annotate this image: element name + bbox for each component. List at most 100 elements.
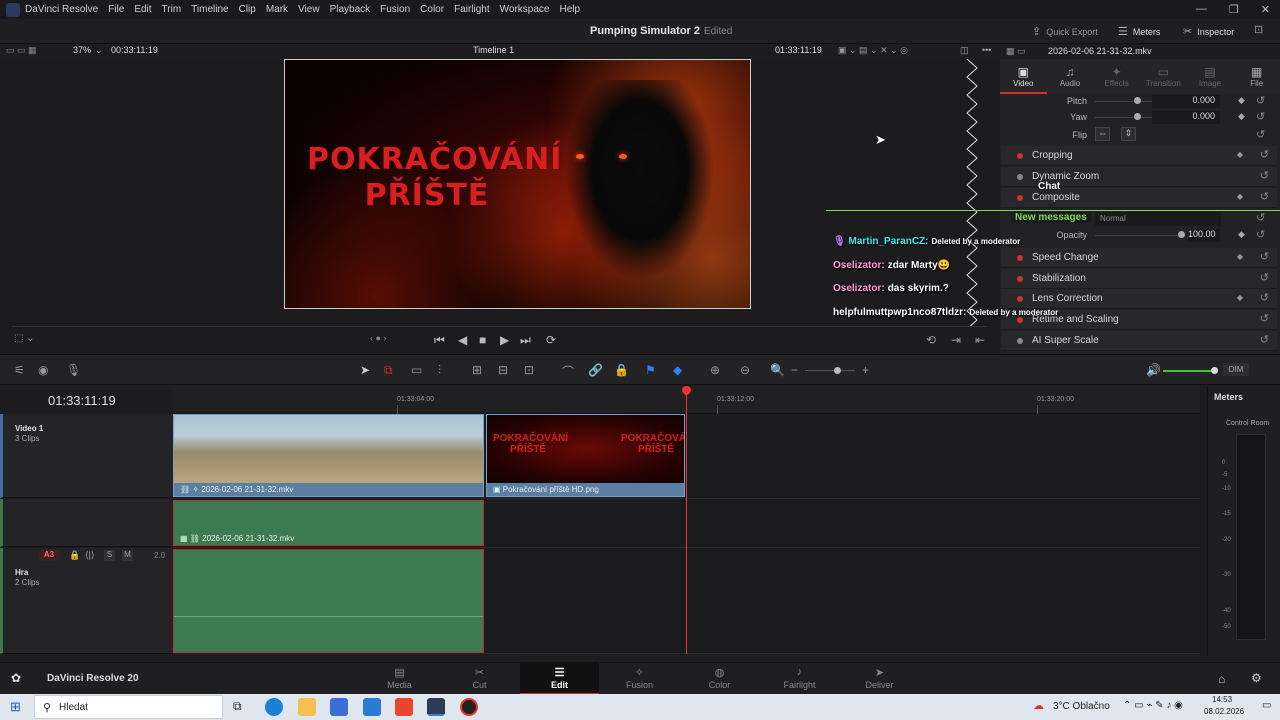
eye-icon[interactable]: ◉ <box>38 363 48 377</box>
pitch-value[interactable]: 0.000 <box>1152 95 1220 108</box>
playhead[interactable] <box>682 386 691 654</box>
chevron-down-icon[interactable]: ⌄ <box>95 45 103 56</box>
clock-time[interactable]: 14:53 <box>1212 695 1232 704</box>
menu-fairlight[interactable]: Fairlight <box>454 4 490 15</box>
jog-icon[interactable]: ‹ ● › <box>370 333 386 343</box>
prev-edit-icon[interactable]: ⇤ <box>975 333 985 347</box>
play-icon[interactable]: ▶ <box>500 333 509 347</box>
windows-start-icon[interactable]: ⊞ <box>10 699 21 715</box>
keyframe-icon[interactable]: ◆ <box>1237 150 1243 159</box>
section-cropping[interactable]: Cropping ◆ ↺ <box>1001 146 1277 166</box>
page-cut[interactable]: ✂ Cut <box>440 663 519 695</box>
notifications-icon[interactable]: ▭ <box>1262 700 1271 711</box>
yaw-knob[interactable] <box>1134 113 1141 120</box>
scrub-bar[interactable] <box>12 326 987 327</box>
page-deliver[interactable]: ➤ Deliver <box>840 663 919 695</box>
file-explorer-icon[interactable] <box>298 698 316 716</box>
home-icon[interactable]: ⌂ <box>1218 672 1225 686</box>
mic-icon[interactable]: 🎙 <box>66 363 81 377</box>
flag-icon[interactable]: ⚑ <box>645 363 656 377</box>
video-clip[interactable]: ⛓ ✧ 2026-02-06 21-31-32.mkv <box>173 414 484 497</box>
track-header-audio[interactable] <box>0 499 173 547</box>
zoom-in-icon[interactable]: + <box>862 363 869 377</box>
menu-fusion[interactable]: Fusion <box>380 4 410 15</box>
menu-help[interactable]: Help <box>559 4 580 15</box>
reset-icon[interactable]: ↺ <box>1256 128 1265 141</box>
zoom-custom-icon[interactable]: 🔍 <box>770 363 785 377</box>
page-edit[interactable]: ☰ Edit <box>520 663 599 695</box>
skip-end-icon[interactable]: ⏭ <box>520 333 531 348</box>
split-view-icon[interactable]: ◫ <box>960 45 969 56</box>
menu-edit[interactable]: Edit <box>134 4 151 15</box>
obs-icon[interactable] <box>460 698 478 716</box>
keyframe-icon[interactable]: ◆ <box>1238 111 1245 122</box>
volume-knob[interactable] <box>1211 367 1218 374</box>
track-header-hra[interactable]: A3 🔒 ⟨|⟩ S M 2.0 Hra 2 Clips <box>0 548 173 654</box>
solo-button[interactable]: S <box>104 550 115 561</box>
panel-collapse-icon[interactable]: ⊡ <box>1254 23 1263 36</box>
audio-clip-hra[interactable] <box>173 549 484 653</box>
next-edit-icon[interactable]: ⇥ <box>951 333 961 347</box>
insert-clip-icon[interactable]: ⊞ <box>472 363 482 377</box>
replace-clip-icon[interactable]: ⊡ <box>524 363 534 377</box>
more-icon[interactable]: ••• <box>982 45 991 55</box>
close-icon[interactable]: ✕ <box>1261 3 1270 16</box>
task-view-icon[interactable]: ⧉ <box>233 699 242 714</box>
yaw-value[interactable]: 0.000 <box>1152 111 1220 124</box>
overwrite-clip-icon[interactable]: ⊟ <box>498 363 508 377</box>
zoom-detail-icon[interactable]: ⊖ <box>740 363 750 377</box>
menu-file[interactable]: File <box>108 4 124 15</box>
taskbar-search[interactable]: ⚲ Hledat <box>34 695 223 719</box>
zoom-full-icon[interactable]: ⊕ <box>710 363 720 377</box>
flip-horizontal-icon[interactable]: ⇔ <box>1095 127 1110 141</box>
zoom-slider[interactable] <box>805 370 855 371</box>
audio-clip[interactable]: ▦ ⛓ 2026-02-06 21-31-32.mkv <box>173 500 484 546</box>
menu-mark[interactable]: Mark <box>266 4 288 15</box>
reset-icon[interactable]: ↺ <box>1256 110 1265 123</box>
marker-icon[interactable]: ◆ <box>673 363 682 377</box>
tray-icons[interactable]: ⌃ ▭ ⌁ ✎ ♪ ◉ <box>1123 700 1183 711</box>
snapping-icon[interactable]: ⌒ <box>562 363 574 380</box>
loop-icon[interactable]: ⟳ <box>546 333 556 347</box>
edge-icon[interactable] <box>265 698 283 716</box>
zoom-out-icon[interactable]: − <box>791 363 798 377</box>
davinci-resolve-icon[interactable] <box>427 698 445 716</box>
keyframe-icon[interactable]: ◆ <box>1238 95 1245 106</box>
menu-trim[interactable]: Trim <box>162 4 182 15</box>
page-fusion[interactable]: ✧ Fusion <box>600 663 679 695</box>
store-icon[interactable] <box>330 698 348 716</box>
skip-start-icon[interactable]: ⏮ <box>434 333 445 348</box>
mute-button[interactable]: M <box>122 550 133 561</box>
stop-icon[interactable]: ■ <box>479 333 486 347</box>
outlook-icon[interactable] <box>363 698 381 716</box>
inspector-button[interactable]: ✂ Inspector <box>1183 25 1234 38</box>
selection-tool-icon[interactable]: ➤ <box>360 363 370 377</box>
timeline-select[interactable]: Timeline 1 <box>473 45 514 55</box>
pitch-knob[interactable] <box>1134 97 1141 104</box>
reset-icon[interactable]: ↺ <box>1256 94 1265 107</box>
clock-date[interactable]: 08.02.2026 <box>1204 707 1244 716</box>
flip-vertical-icon[interactable]: ⇕ <box>1121 127 1136 141</box>
match-frame-icon[interactable]: ⟲ <box>926 333 936 347</box>
dynamic-trim-icon[interactable]: ▭ <box>411 363 422 377</box>
viewer-options-icon[interactable]: ▣ ⌄ ▤ ⌄ ✕ ⌄ ◎ <box>838 45 908 56</box>
track-badge[interactable]: A3 <box>39 550 59 561</box>
tab-image[interactable]: ▤ Image <box>1187 60 1234 94</box>
auto-select-icon[interactable]: ⟨|⟩ <box>85 550 94 561</box>
menu-workspace[interactable]: Workspace <box>500 4 550 15</box>
section-ai-super-scale[interactable]: AI Super Scale ↺ <box>1001 331 1277 351</box>
menu-timeline[interactable]: Timeline <box>191 4 228 15</box>
menu-view[interactable]: View <box>298 4 320 15</box>
tab-transition[interactable]: ▭ Transition <box>1140 60 1187 94</box>
weather-text[interactable]: 3°C Oblačno <box>1053 701 1110 712</box>
preview-frame[interactable]: POKRAČOVÁNÍ PŘÍŠTĚ <box>284 59 751 309</box>
page-color[interactable]: ◍ Color <box>680 663 759 695</box>
dim-button[interactable]: DIM <box>1223 363 1249 376</box>
tab-audio[interactable]: ♫ Audio <box>1047 60 1094 94</box>
timeline-view-icon[interactable]: ⚟ <box>14 363 25 377</box>
enable-toggle[interactable] <box>1017 153 1023 159</box>
reset-icon[interactable]: ↺ <box>1260 333 1269 346</box>
maximize-icon[interactable]: ❐ <box>1229 3 1239 16</box>
page-fairlight[interactable]: ♪ Fairlight <box>760 663 839 695</box>
brave-icon[interactable] <box>395 698 413 716</box>
